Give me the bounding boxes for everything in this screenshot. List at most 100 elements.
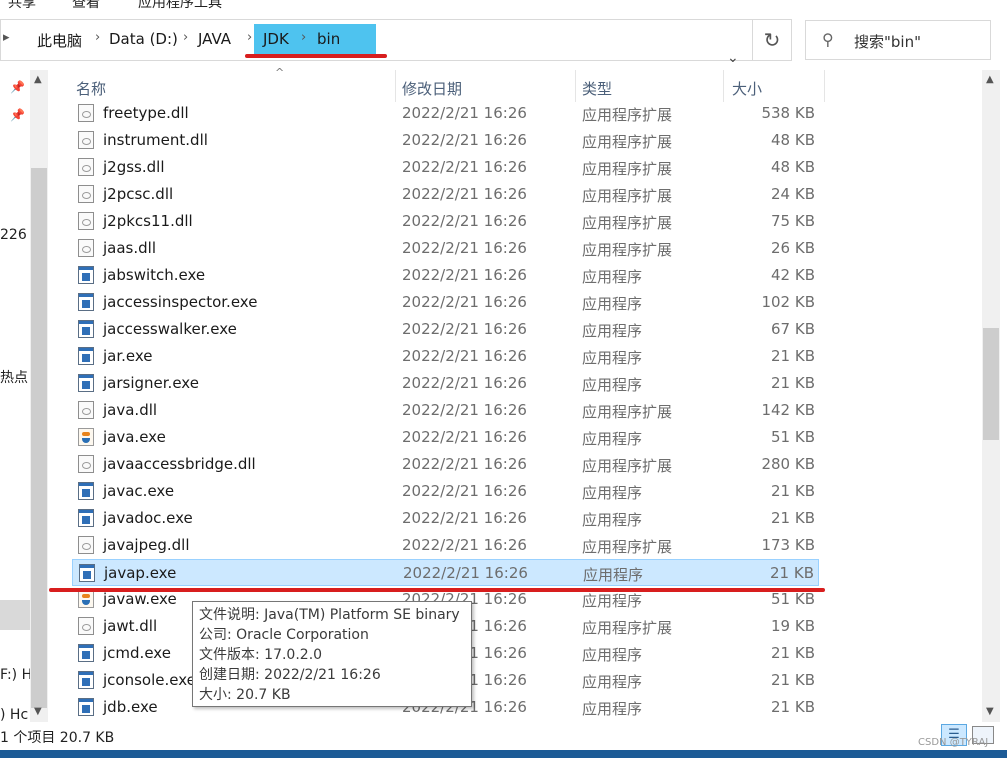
file-date: 2022/2/21 16:26 [402,212,527,230]
file-name: jar.exe [103,347,153,365]
file-row[interactable]: javajpeg.dll 2022/2/21 16:26 应用程序扩展 173 KB [72,532,819,559]
file-list-scrollbar-thumb[interactable] [983,328,999,440]
file-row[interactable]: jar.exe 2022/2/21 16:26 应用程序 21 KB [72,343,819,370]
taskbar-edge [0,750,1007,758]
column-date[interactable]: 修改日期 [402,78,462,99]
file-row[interactable]: freetype.dll 2022/2/21 16:26 应用程序扩展 538 KB [72,100,819,127]
file-size: 24 KB [771,185,815,203]
column-header: ^ 名称 修改日期 类型 大小 [50,66,980,102]
column-name[interactable]: 名称 [76,78,106,99]
dll-file-icon [78,239,94,257]
nav-item-text[interactable]: 226 [0,227,27,243]
file-row[interactable]: jarsigner.exe 2022/2/21 16:26 应用程序 21 KB [72,370,819,397]
ribbon-tab-share[interactable]: 共享 [8,0,36,12]
exe-file-icon [78,374,94,392]
file-type: 应用程序 [582,646,643,664]
file-name: freetype.dll [103,104,189,122]
sort-ascending-icon: ^ [275,66,285,79]
column-divider[interactable] [723,70,724,102]
search-icon: ⚲ [822,30,834,49]
nav-scrollbar-thumb[interactable] [31,168,47,708]
scroll-down-icon[interactable]: ▼ [34,706,42,717]
file-size: 173 KB [761,536,815,554]
column-type[interactable]: 类型 [582,78,612,99]
chevron-right-icon[interactable]: › [247,30,252,45]
file-name: jconsole.exe [103,671,196,689]
scroll-up-icon[interactable]: ▲ [986,74,994,85]
file-date: 2022/2/21 16:26 [402,131,527,149]
file-row[interactable]: javaaccessbridge.dll 2022/2/21 16:26 应用程序扩… [72,451,819,478]
dll-file-icon [78,131,94,149]
file-date: 2022/2/21 16:26 [402,239,527,257]
status-selection-info: 1 个项目 20.7 KB [0,730,115,746]
file-size: 21 KB [771,347,815,365]
file-row[interactable]: java.dll 2022/2/21 16:26 应用程序扩展 142 KB [72,397,819,424]
file-name: instrument.dll [103,131,208,149]
scroll-up-icon[interactable]: ▲ [34,74,42,85]
file-row[interactable]: j2pkcs11.dll 2022/2/21 16:26 应用程序扩展 75 KB [72,208,819,235]
file-row[interactable]: j2gss.dll 2022/2/21 16:26 应用程序扩展 48 KB [72,154,819,181]
file-name: javac.exe [103,482,175,500]
chevron-right-icon[interactable]: › [183,30,188,45]
file-size: 21 KB [771,698,815,716]
dll-file-icon [78,536,94,554]
ribbon-tab-app-tools[interactable]: 应用程序工具 [138,0,222,12]
file-size: 26 KB [771,239,815,257]
file-row[interactable]: instrument.dll 2022/2/21 16:26 应用程序扩展 48 KB [72,127,819,154]
file-type: 应用程序扩展 [582,106,673,124]
column-divider[interactable] [824,70,825,102]
file-name: jaas.dll [103,239,156,257]
file-row[interactable]: javap.exe 2022/2/21 16:26 应用程序 21 KB [72,559,819,586]
file-date: 2022/2/21 16:26 [402,428,527,446]
file-size: 51 KB [771,428,815,446]
file-row[interactable]: jabswitch.exe 2022/2/21 16:26 应用程序 42 KB [72,262,819,289]
column-size[interactable]: 大小 [732,78,762,99]
file-type: 应用程序 [582,349,643,367]
file-row[interactable]: java.exe 2022/2/21 16:26 应用程序 51 KB [72,424,819,451]
file-row[interactable]: javadoc.exe 2022/2/21 16:26 应用程序 21 KB [72,505,819,532]
file-row[interactable]: jaccessinspector.exe 2022/2/21 16:26 应用程序 1… [72,289,819,316]
java-app-icon [78,428,94,446]
file-type: 应用程序 [582,430,643,448]
chevron-right-icon[interactable]: › [301,30,306,45]
breadcrumb-java[interactable]: JAVA [198,30,231,48]
file-row[interactable]: javac.exe 2022/2/21 16:26 应用程序 21 KB [72,478,819,505]
file-size: 280 KB [761,455,815,473]
chevron-down-icon[interactable]: ⌄ [727,50,739,66]
file-row[interactable]: jaas.dll 2022/2/21 16:26 应用程序扩展 26 KB [72,235,819,262]
file-type: 应用程序 [582,673,643,691]
file-name: jdb.exe [103,698,158,716]
chevron-right-icon[interactable]: › [95,30,100,45]
file-date: 2022/2/21 16:26 [402,536,527,554]
breadcrumb-jdk[interactable]: JDK [263,30,289,48]
exe-file-icon [78,320,94,338]
dll-file-icon [78,617,94,635]
column-divider[interactable] [575,70,576,102]
nav-item-text[interactable]: ) Hc [0,707,28,723]
breadcrumb-bin[interactable]: bin [317,30,340,48]
refresh-button[interactable]: ↻ [752,19,792,61]
file-row[interactable]: jaccesswalker.exe 2022/2/21 16:26 应用程序 67 K… [72,316,819,343]
ribbon-tab-view[interactable]: 查看 [72,0,100,12]
file-type: 应用程序扩展 [582,538,673,556]
file-row[interactable]: j2pcsc.dll 2022/2/21 16:26 应用程序扩展 24 KB [72,181,819,208]
file-size: 48 KB [771,131,815,149]
file-name: jabswitch.exe [103,266,206,284]
file-date: 2022/2/21 16:26 [402,347,527,365]
exe-file-icon [78,644,94,662]
dll-file-icon [78,185,94,203]
scroll-down-icon[interactable]: ▼ [986,706,994,717]
nav-item-text[interactable]: 热点 [0,367,28,387]
file-size: 21 KB [771,671,815,689]
file-type: 应用程序 [582,700,643,718]
search-box[interactable]: ⚲ 搜索"bin" [805,20,991,60]
chevron-right-icon: ▸ [3,30,10,45]
column-divider[interactable] [395,70,396,102]
annotation-underline-row [49,588,825,592]
nav-selected-item[interactable] [0,600,30,630]
breadcrumb-data-drive[interactable]: Data (D:) [109,30,178,48]
pin-icon: 📌 [10,80,25,94]
breadcrumb-this-pc[interactable]: 此电脑 [37,30,82,51]
address-bar[interactable]: ▸ 此电脑 › Data (D:) › JAVA › JDK › bin ⌄ [0,19,787,66]
nav-item-text[interactable]: F:) H [0,667,32,683]
